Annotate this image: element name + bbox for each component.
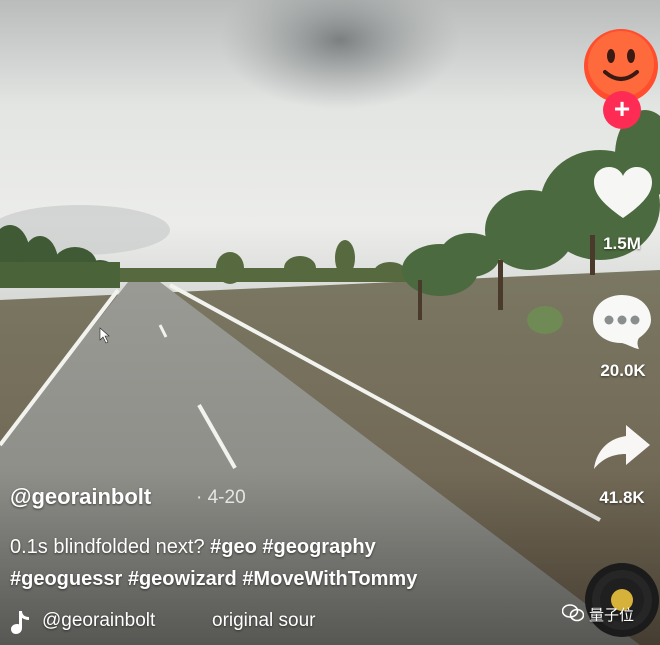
music-disc-icon[interactable] — [584, 562, 660, 638]
author-handle[interactable]: @georainbolt — [10, 484, 151, 510]
hashtag[interactable]: #geoguessr — [10, 568, 122, 590]
comment-bubble-icon[interactable] — [591, 293, 653, 351]
heart-icon[interactable] — [592, 166, 654, 222]
post-date: · 4-20 — [196, 487, 246, 508]
like-count: 1.5M — [603, 234, 641, 253]
caption-text: 0.1s blindfolded next? — [10, 536, 205, 558]
music-note-icon — [11, 611, 29, 634]
hashtag[interactable]: #geowizard — [128, 568, 237, 590]
music-title[interactable]: original sour — [212, 610, 316, 632]
share-arrow-icon[interactable] — [592, 423, 652, 473]
plus-icon: + — [613, 93, 631, 124]
wechat-icon — [562, 604, 584, 622]
hashtag[interactable]: #geography — [262, 536, 375, 558]
hashtag[interactable]: #geo — [210, 536, 257, 558]
comment-count: 20.0K — [600, 361, 646, 380]
share-count: 41.8K — [599, 488, 645, 507]
follow-button[interactable]: + — [603, 91, 641, 129]
video-caption: 0.1s blindfolded next? #geo #geography #… — [10, 531, 570, 595]
watermark-label: 量子位 — [589, 607, 635, 624]
hashtag[interactable]: #MoveWithTommy — [242, 568, 417, 590]
music-author[interactable]: @georainbolt — [42, 610, 155, 632]
